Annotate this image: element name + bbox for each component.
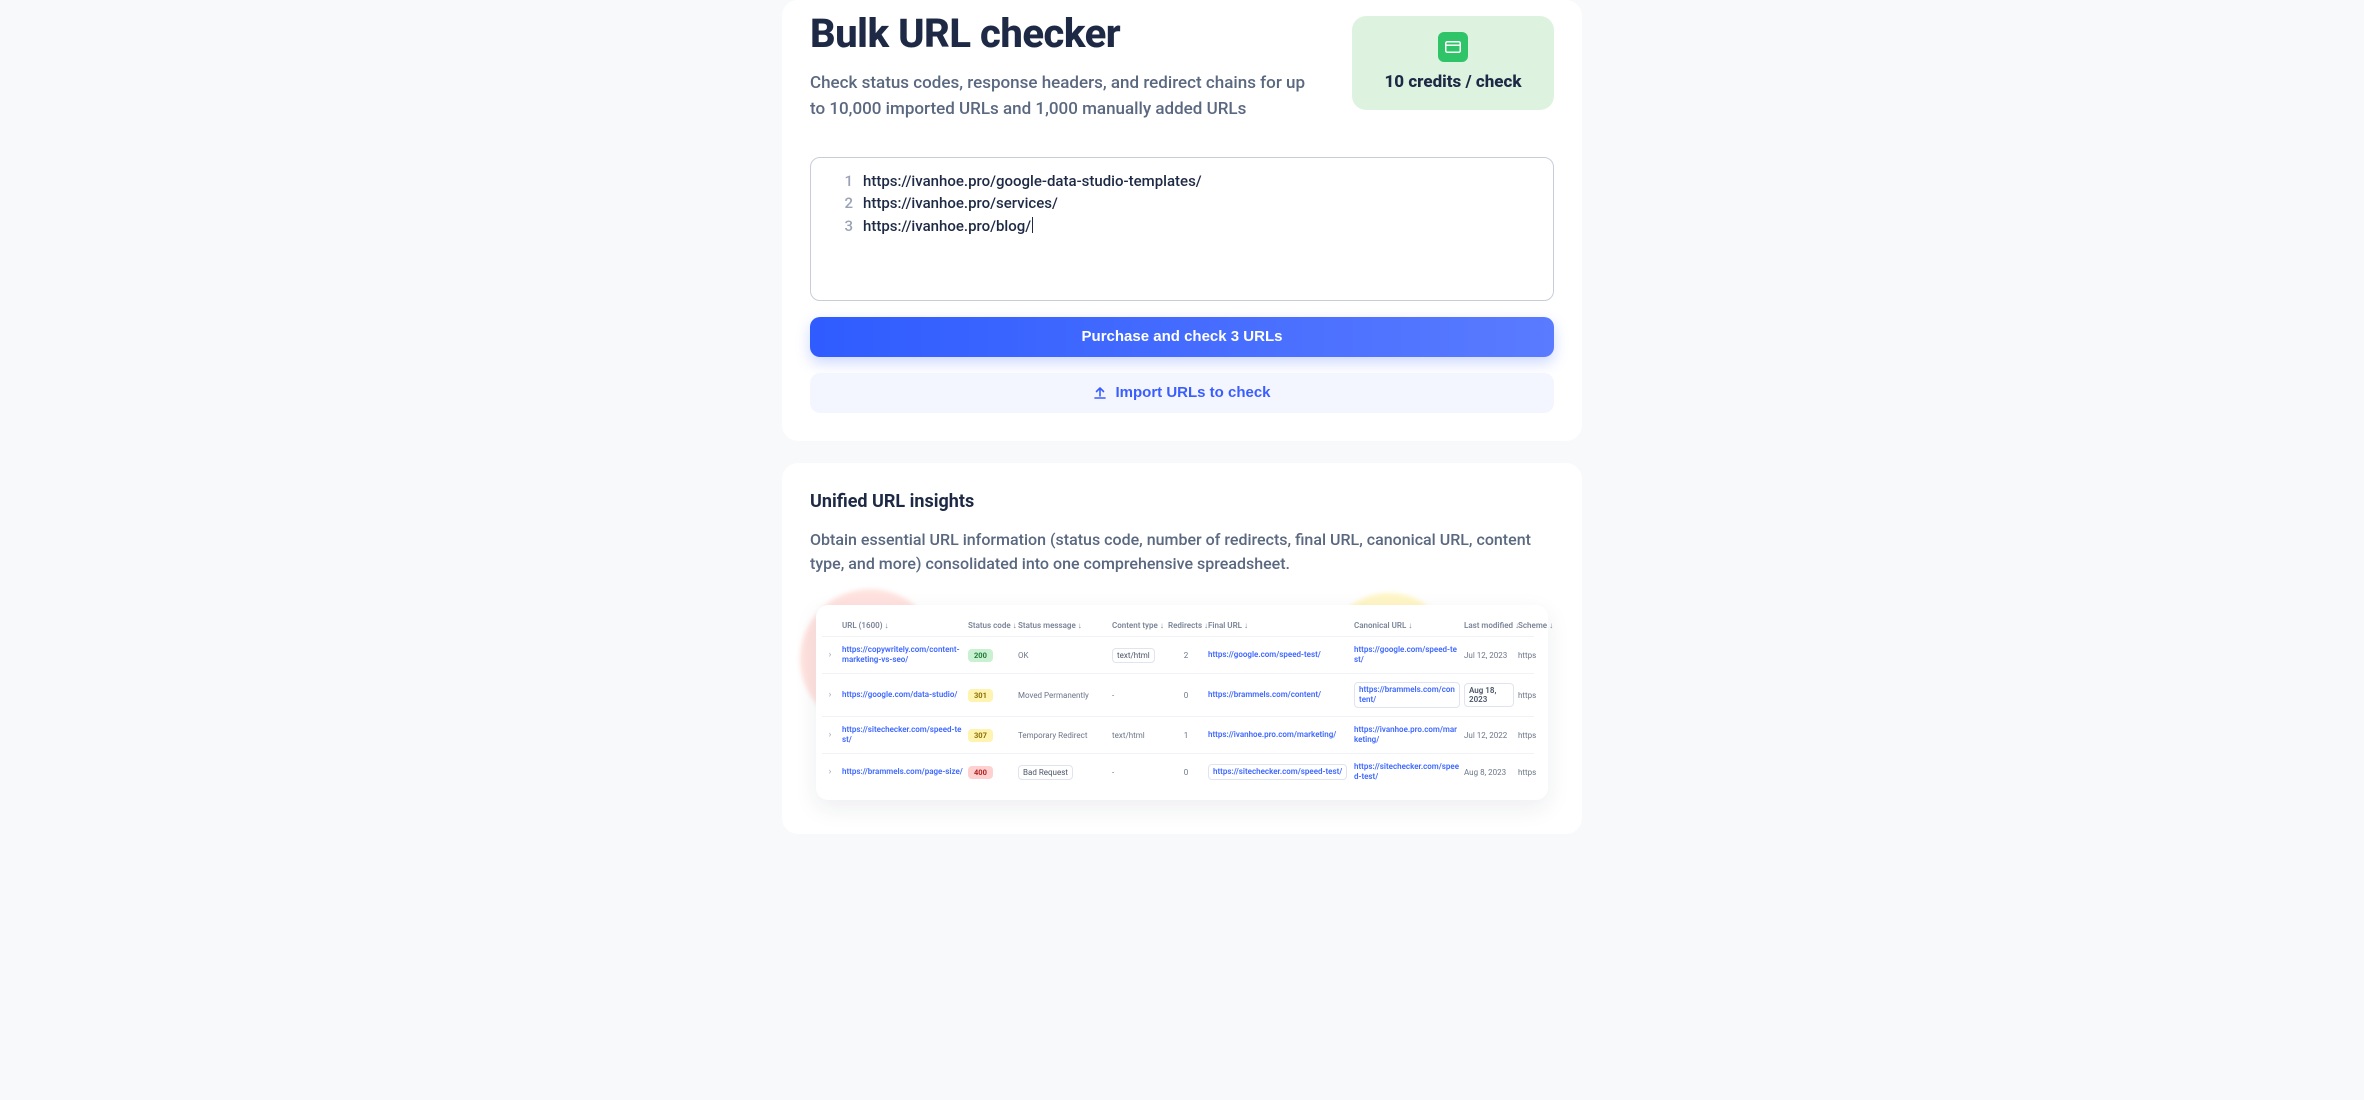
col-content-type[interactable]: Content type ↓ [1112, 621, 1164, 630]
table-header-row: URL (1600) ↓ Status code ↓ Status messag… [822, 615, 1534, 636]
cell-final-url[interactable]: https://sitechecker.com/speed-test/ [1208, 764, 1347, 780]
table-row: › https://google.com/data-studio/301 Moved… [822, 673, 1534, 716]
cell-last-modified: Jul 12, 2022 [1464, 731, 1507, 740]
cell-status-message: Moved Permanently [1018, 691, 1089, 700]
cell-status-message: Bad Request [1018, 765, 1073, 780]
editor-line[interactable]: 2 https://ivanhoe.pro/services/ [825, 192, 1539, 215]
chevron-right-icon[interactable]: › [822, 650, 838, 660]
unified-insights-card: Unified URL insights Obtain essential UR… [782, 463, 1582, 835]
import-urls-label: Import URLs to check [1115, 384, 1270, 401]
line-number: 1 [825, 170, 853, 193]
cell-status-message: OK [1018, 651, 1029, 660]
cell-content-type: - [1112, 691, 1114, 700]
cell-final-url[interactable]: https://ivanhoe.pro.com/marketing/ [1208, 730, 1336, 739]
editor-text[interactable]: https://ivanhoe.pro/google-data-studio-t… [863, 170, 1202, 193]
table-row: › https://copywritely.com/content-marketi… [822, 636, 1534, 673]
line-number: 2 [825, 192, 853, 215]
col-status-message[interactable]: Status message ↓ [1018, 621, 1108, 630]
table-row: › https://sitechecker.com/speed-test/307 T… [822, 716, 1534, 753]
insights-preview: URL (1600) ↓ Status code ↓ Status messag… [810, 599, 1554, 806]
cell-scheme: https [1518, 731, 1558, 740]
chevron-right-icon[interactable]: › [822, 690, 838, 700]
cell-last-modified: Aug 18, 2023 [1464, 683, 1514, 707]
chevron-right-icon[interactable]: › [822, 730, 838, 740]
table-row: › https://brammels.com/page-size/400 Bad R… [822, 753, 1534, 790]
cell-scheme: https [1518, 768, 1558, 777]
cell-final-url[interactable]: https://brammels.com/content/ [1208, 690, 1321, 699]
page-title: Bulk URL checker [810, 12, 1324, 56]
bulk-url-checker-card: Bulk URL checker Check status codes, res… [782, 0, 1582, 441]
import-urls-button[interactable]: Import URLs to check [810, 373, 1554, 413]
url-editor[interactable]: 1 https://ivanhoe.pro/google-data-studio-… [810, 157, 1554, 301]
status-code-badge: 307 [968, 729, 993, 742]
cell-redirects: 0 [1168, 691, 1204, 700]
cell-url[interactable]: https://copywritely.com/content-marketin… [842, 645, 964, 665]
cell-url[interactable]: https://sitechecker.com/speed-test/ [842, 725, 964, 745]
editor-text[interactable]: https://ivanhoe.pro/blog/ [863, 215, 1033, 238]
cell-canonical-url[interactable]: https://ivanhoe.pro.com/marketing/ [1354, 725, 1457, 744]
cell-url[interactable]: https://brammels.com/page-size/ [842, 767, 964, 777]
cell-last-modified: Aug 8, 2023 [1464, 768, 1506, 777]
cell-redirects: 1 [1168, 731, 1204, 740]
cell-canonical-url[interactable]: https://google.com/speed-test/ [1354, 645, 1457, 664]
col-redirects[interactable]: Redirects ↓ [1168, 621, 1204, 630]
editor-line[interactable]: 3 https://ivanhoe.pro/blog/ [825, 215, 1539, 238]
purchase-check-button[interactable]: Purchase and check 3 URLs [810, 317, 1554, 357]
line-number: 3 [825, 215, 853, 238]
col-scheme[interactable]: Scheme ↓ [1518, 621, 1558, 630]
cell-scheme: https [1518, 691, 1558, 700]
cell-canonical-url[interactable]: https://sitechecker.com/speed-test/ [1354, 762, 1459, 781]
editor-text[interactable]: https://ivanhoe.pro/services/ [863, 192, 1058, 215]
chevron-right-icon[interactable]: › [822, 767, 838, 777]
insights-table: URL (1600) ↓ Status code ↓ Status messag… [816, 605, 1548, 800]
credits-box: 10 credits / check [1352, 16, 1554, 110]
cell-content-type: - [1112, 768, 1114, 777]
status-code-badge: 301 [968, 689, 993, 702]
cell-url[interactable]: https://google.com/data-studio/ [842, 690, 964, 700]
cell-last-modified: Jul 12, 2023 [1464, 651, 1507, 660]
col-last-modified[interactable]: Last modified ↓ [1464, 621, 1514, 630]
page-subtitle: Check status codes, response headers, an… [810, 70, 1324, 123]
credits-label: 10 credits / check [1376, 72, 1530, 92]
insights-title: Unified URL insights [810, 491, 1554, 512]
col-url[interactable]: URL (1600) ↓ [842, 621, 964, 630]
col-final-url[interactable]: Final URL ↓ [1208, 621, 1350, 630]
credit-card-icon [1438, 32, 1468, 62]
cell-scheme: https [1518, 651, 1558, 660]
status-code-badge: 400 [968, 766, 993, 779]
cell-redirects: 2 [1168, 651, 1204, 660]
editor-line[interactable]: 1 https://ivanhoe.pro/google-data-studio-… [825, 170, 1539, 193]
col-status-code[interactable]: Status code ↓ [968, 621, 1014, 630]
status-code-badge: 200 [968, 649, 993, 662]
cell-content-type: text/html [1112, 648, 1155, 663]
cell-canonical-url[interactable]: https://brammels.com/content/ [1354, 682, 1460, 708]
upload-icon [1093, 386, 1107, 400]
cell-redirects: 0 [1168, 768, 1204, 777]
cell-content-type: text/html [1112, 731, 1145, 740]
col-canonical-url[interactable]: Canonical URL ↓ [1354, 621, 1460, 630]
cell-status-message: Temporary Redirect [1018, 731, 1087, 740]
cell-final-url[interactable]: https://google.com/speed-test/ [1208, 650, 1321, 659]
insights-description: Obtain essential URL information (status… [810, 528, 1554, 578]
